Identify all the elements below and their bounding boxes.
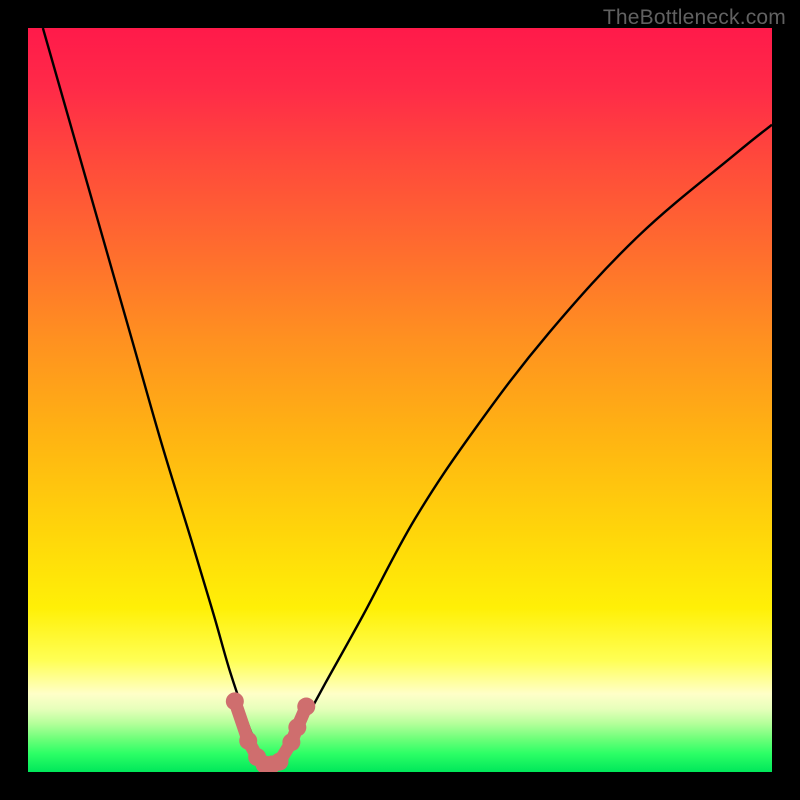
- marker-dot: [297, 698, 315, 716]
- marker-dot: [288, 718, 306, 736]
- chart-frame: TheBottleneck.com: [0, 0, 800, 800]
- bottleneck-curve: [43, 28, 772, 766]
- watermark-text: TheBottleneck.com: [603, 6, 786, 30]
- highlight-markers: [226, 692, 315, 772]
- marker-dot: [270, 753, 288, 771]
- plot-area: [28, 28, 772, 772]
- marker-dot: [226, 692, 244, 710]
- marker-dot: [239, 732, 257, 750]
- curve-layer: [28, 28, 772, 772]
